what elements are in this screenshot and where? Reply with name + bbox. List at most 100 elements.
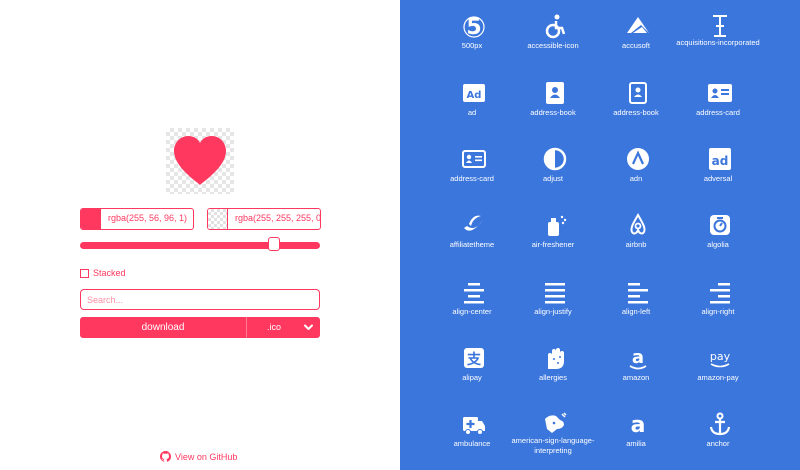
background-color-input[interactable]: rgba(255, 255, 255, 0) [207,208,321,230]
format-select[interactable]: .ico [247,317,320,338]
address-card-icon [708,84,732,102]
size-slider[interactable] [80,242,320,249]
icon-tile[interactable]: align-center [426,279,518,329]
icon-tile-label: algolia [707,240,729,249]
icon-tile-label: address-book [530,108,576,117]
icon-tile[interactable]: align-justify [507,279,599,329]
background-color-swatch[interactable] [208,209,228,229]
icon-tile[interactable]: accessible-icon [507,13,599,63]
svg-text:pay: pay [710,350,731,363]
icon-tile-label: ad [467,108,477,117]
icon-tile[interactable]: pay amazon-pay [672,345,764,395]
icon-tile[interactable]: american-sign-language-interpreting [507,411,599,461]
icon-tile-label: accessible-icon [527,41,579,50]
svg-text:ad: ad [712,154,729,168]
affiliatetheme-icon [464,215,483,231]
icon-tile-label: allergies [539,373,567,382]
icon-tile-label: address-book [613,108,659,117]
foreground-color-swatch[interactable] [81,209,101,229]
algolia-icon [710,215,730,235]
icon-tile-label: adversal [703,174,733,183]
search-input[interactable] [80,289,320,310]
background-color-value[interactable]: rgba(255, 255, 255, 0) [235,213,320,223]
svg-text:a: a [631,413,646,437]
icon-tile-label: air-freshener [531,240,575,249]
ambulance-icon [463,417,485,435]
icon-tile-label: alipay [462,373,482,382]
icon-tile-label: anchor [706,439,730,448]
size-slider-thumb[interactable] [268,237,281,251]
icon-tile-label: amazon [622,373,650,382]
icon-tile[interactable]: affiliatetheme [426,212,518,262]
foreground-color-input[interactable]: rgba(255, 56, 96, 1) [80,208,194,230]
icon-tile[interactable]: acquisitions-incorporated [672,13,764,63]
icon-tile[interactable]: airbnb [590,212,682,262]
github-icon [160,451,171,462]
amazon-icon: a [629,347,647,370]
align-left-icon [628,283,648,304]
github-link-label[interactable]: View on GitHub [175,452,237,462]
adjust-icon [543,147,567,171]
icon-tile-label: align-center [452,307,492,316]
icon-tile-label: affiliatetheme [449,240,495,249]
icon-tile[interactable]: align-right [672,279,764,329]
align-center-icon [464,283,484,304]
icon-tile[interactable]: anchor [672,411,764,461]
icon-tile-label: amilia [626,439,646,448]
icon-tile[interactable]: address-card [426,146,518,196]
icon-tile[interactable]: allergies [507,345,599,395]
alipay-icon: 支 [464,348,484,368]
stacked-checkbox[interactable] [80,268,89,278]
icon-tile-label: acquisitions-incorporated [676,38,760,47]
air-freshener-icon [548,215,567,236]
accusoft-icon [627,17,649,33]
icon-tile-label: adn [629,174,643,183]
icon-tile[interactable]: air-freshener [507,212,599,262]
stacked-label[interactable]: Stacked [93,268,126,278]
address-card-outline-icon [462,150,486,168]
github-link[interactable]: View on GitHub [160,451,237,462]
icon-tile-label: align-right [701,307,735,316]
icon-tile[interactable]: 支 alipay [426,345,518,395]
allergies-icon [548,348,564,369]
icon-tile[interactable]: adjust [507,146,599,196]
icon-tile[interactable]: Ad ad [426,80,518,130]
icon-tile-label: align-left [621,307,651,316]
icon-tile-label: ambulance [453,439,491,448]
icon-tile[interactable]: a amilia [590,411,682,461]
acquisitions-incorporated-icon [713,15,727,37]
anchor-icon [709,412,731,436]
stacked-option[interactable]: Stacked [80,267,126,279]
icon-tile[interactable]: algolia [672,212,764,262]
adversal-icon: ad [709,148,731,170]
icon-tile[interactable]: align-left [590,279,682,329]
icon-tile-label: address-card [450,174,494,183]
icon-tile-label: airbnb [625,240,647,249]
icon-tile[interactable]: 5 500px [426,13,518,63]
download-button[interactable]: download [80,317,246,338]
ad-icon: Ad [463,84,485,102]
foreground-color-value[interactable]: rgba(255, 56, 96, 1) [108,213,187,223]
icon-tile[interactable]: accusoft [590,13,682,63]
icon-tile-label: address-card [696,108,740,117]
icon-tile[interactable]: a amazon [590,345,682,395]
adn-icon [627,148,649,170]
icon-tile-label: adjust [542,174,563,183]
amilia-icon: a [631,413,646,437]
airbnb-icon [630,212,646,235]
heart-icon [174,136,226,185]
svg-text:支: 支 [466,351,482,368]
format-select-value[interactable]: .ico [267,322,281,332]
svg-text:a: a [632,347,644,368]
icon-tile[interactable]: address-book [507,80,599,130]
icon-tile[interactable]: ambulance [426,411,518,461]
icon-gallery: 5 500px accessible-icon accusoft acquisition… [400,0,800,470]
icon-tile[interactable]: adn [590,146,682,196]
svg-text:Ad: Ad [467,90,482,101]
icon-tile[interactable]: address-book [590,80,682,130]
icon-tile[interactable]: address-card [672,80,764,130]
icon-tile-label: accusoft [622,41,650,50]
icon-tile[interactable]: ad adversal [672,146,764,196]
align-justify-icon [545,283,565,304]
address-book-icon [546,82,564,104]
